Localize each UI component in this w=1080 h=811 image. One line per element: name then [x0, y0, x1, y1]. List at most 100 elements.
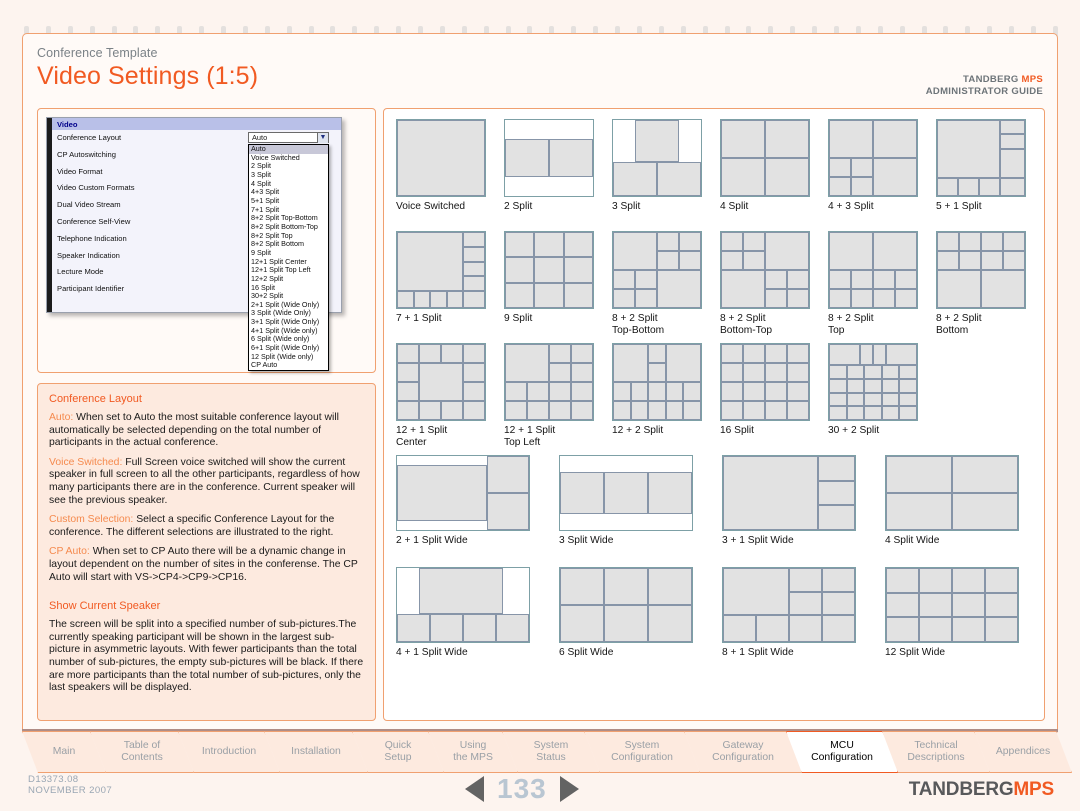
layout-diagram	[828, 343, 918, 421]
tab-label-line2: Configuration	[611, 752, 673, 763]
tab-appendices[interactable]: Appendices	[974, 731, 1072, 773]
layout-pane	[859, 344, 873, 366]
layout-pane	[683, 401, 701, 420]
layout-pane	[721, 232, 743, 251]
tab-label-line1: Gateway	[722, 739, 764, 751]
layout-pane	[613, 289, 635, 308]
layout-pane	[765, 382, 787, 401]
layout-pane	[1000, 177, 1025, 196]
document-date: NOVEMBER 2007	[28, 785, 113, 797]
layout-diagram	[720, 231, 810, 309]
layout-preview-item: 3 Split Wide	[559, 455, 693, 561]
layout-pane	[486, 493, 529, 530]
layout-pane	[829, 289, 851, 308]
layout-pane	[571, 344, 593, 363]
layout-pane	[765, 401, 787, 420]
tab-gateway[interactable]: Gateway Configuration	[684, 731, 802, 773]
layout-label: 9 Split	[504, 313, 532, 325]
layout-pane	[463, 401, 485, 420]
layout-pane	[787, 363, 809, 382]
layout-pane	[765, 158, 809, 196]
tab-label-line1: System	[533, 739, 569, 751]
conference-layout-select[interactable]: Auto ▼	[248, 132, 329, 143]
layout-label: 5 + 1 Split	[936, 201, 982, 213]
layout-label: 2 Split	[504, 201, 532, 213]
layout-diagram	[612, 231, 702, 309]
tab-label: Gateway Configuration	[712, 740, 774, 765]
tab-table-of[interactable]: Table of Contents	[90, 731, 194, 773]
tab-installation[interactable]: Installation	[264, 731, 368, 773]
tab-label: Introduction	[202, 746, 256, 758]
layout-pane	[851, 177, 873, 196]
tab-label: System Status	[534, 740, 569, 765]
layout-preview-item: 2 Split	[504, 119, 594, 227]
para-3-lead: Custom Selection:	[49, 514, 134, 526]
layout-pane	[463, 291, 485, 308]
page-supertitle: Conference Template	[37, 46, 158, 60]
conference-layout-dropdown[interactable]: Auto Voice Switched 2 Split 3 Split 4 Split 4…	[248, 144, 329, 372]
tab-quick[interactable]: Quick Setup	[352, 731, 444, 773]
layout-pane	[505, 282, 535, 308]
tab-technical[interactable]: Technical Descriptions	[882, 731, 990, 773]
layout-diagram	[828, 231, 918, 309]
dropdown-option[interactable]: CP Auto	[249, 361, 328, 370]
layout-label-line1: 30 + 2 Split	[828, 425, 880, 436]
layout-pane	[527, 401, 549, 420]
layout-label-line1: 12 + 1 Split	[504, 425, 556, 436]
layout-diagram	[396, 567, 530, 643]
layout-pane	[818, 456, 855, 481]
layout-pane	[665, 382, 684, 401]
layout-label-line1: 6 Split Wide	[559, 647, 614, 658]
layout-pane	[873, 232, 917, 270]
layout-pane	[635, 120, 679, 162]
layout-pane	[413, 291, 430, 308]
page-header: Conference Template Video Settings (1:5)	[37, 46, 258, 91]
tab-system[interactable]: System Status	[502, 731, 600, 773]
layout-empty-pane	[505, 177, 593, 196]
layout-pane	[851, 270, 873, 289]
layout-pane	[549, 139, 593, 177]
layout-preview-item: 12 + 1 Split Top Left	[504, 343, 594, 451]
layout-label: 16 Split	[720, 425, 754, 437]
layout-pane	[613, 382, 631, 401]
triangle-right-icon[interactable]	[559, 776, 579, 802]
layout-pane	[919, 568, 952, 593]
layout-label: 6 Split Wide	[559, 647, 613, 659]
layout-pane	[937, 270, 981, 308]
layout-pane	[505, 257, 535, 283]
layout-pane	[881, 392, 900, 407]
layout-label: 12 + 1 Split Center	[396, 425, 447, 450]
layout-empty-pane	[397, 456, 487, 465]
layout-pane	[899, 365, 917, 379]
tab-system[interactable]: System Configuration	[584, 731, 700, 773]
tab-introduction[interactable]: Introduction	[178, 731, 280, 773]
header-brand: TANDBERG MPS ADMINISTRATOR GUIDE	[926, 74, 1043, 98]
tab-label: Technical Descriptions	[907, 740, 964, 765]
window-title: Video	[52, 118, 341, 130]
layout-label-line1: 16 Split	[720, 425, 754, 436]
layout-diagram	[612, 343, 702, 421]
layout-pane	[886, 617, 919, 642]
layout-label: 30 + 2 Split	[828, 425, 879, 437]
layout-pane	[571, 363, 593, 382]
chevron-down-icon[interactable]: ▼	[317, 133, 328, 143]
layout-label: Voice Switched	[396, 201, 465, 213]
layout-label: 7 + 1 Split	[396, 313, 442, 325]
layout-label: 8 + 2 Split Top-Bottom	[612, 313, 664, 338]
layout-pane	[534, 282, 564, 308]
layout-pane	[765, 120, 809, 158]
tab-label: Quick Setup	[384, 740, 411, 765]
layout-label-line1: 8 + 2 Split	[936, 313, 982, 324]
layout-pane	[657, 232, 679, 251]
description-heading-2: Show Current Speaker	[49, 600, 161, 613]
tab-label-line1: MCU	[830, 739, 854, 751]
triangle-left-icon[interactable]	[465, 776, 484, 802]
layout-pane	[630, 401, 649, 420]
tab-mcu[interactable]: MCU Configuration	[786, 731, 898, 773]
layout-pane	[1000, 120, 1025, 135]
layout-pane	[604, 605, 648, 642]
layout-diagram	[936, 119, 1026, 197]
layout-diagram	[504, 343, 594, 421]
layout-label: 4 + 3 Split	[828, 201, 874, 213]
layout-label-line1: 2 + 1 Split Wide	[396, 535, 468, 546]
